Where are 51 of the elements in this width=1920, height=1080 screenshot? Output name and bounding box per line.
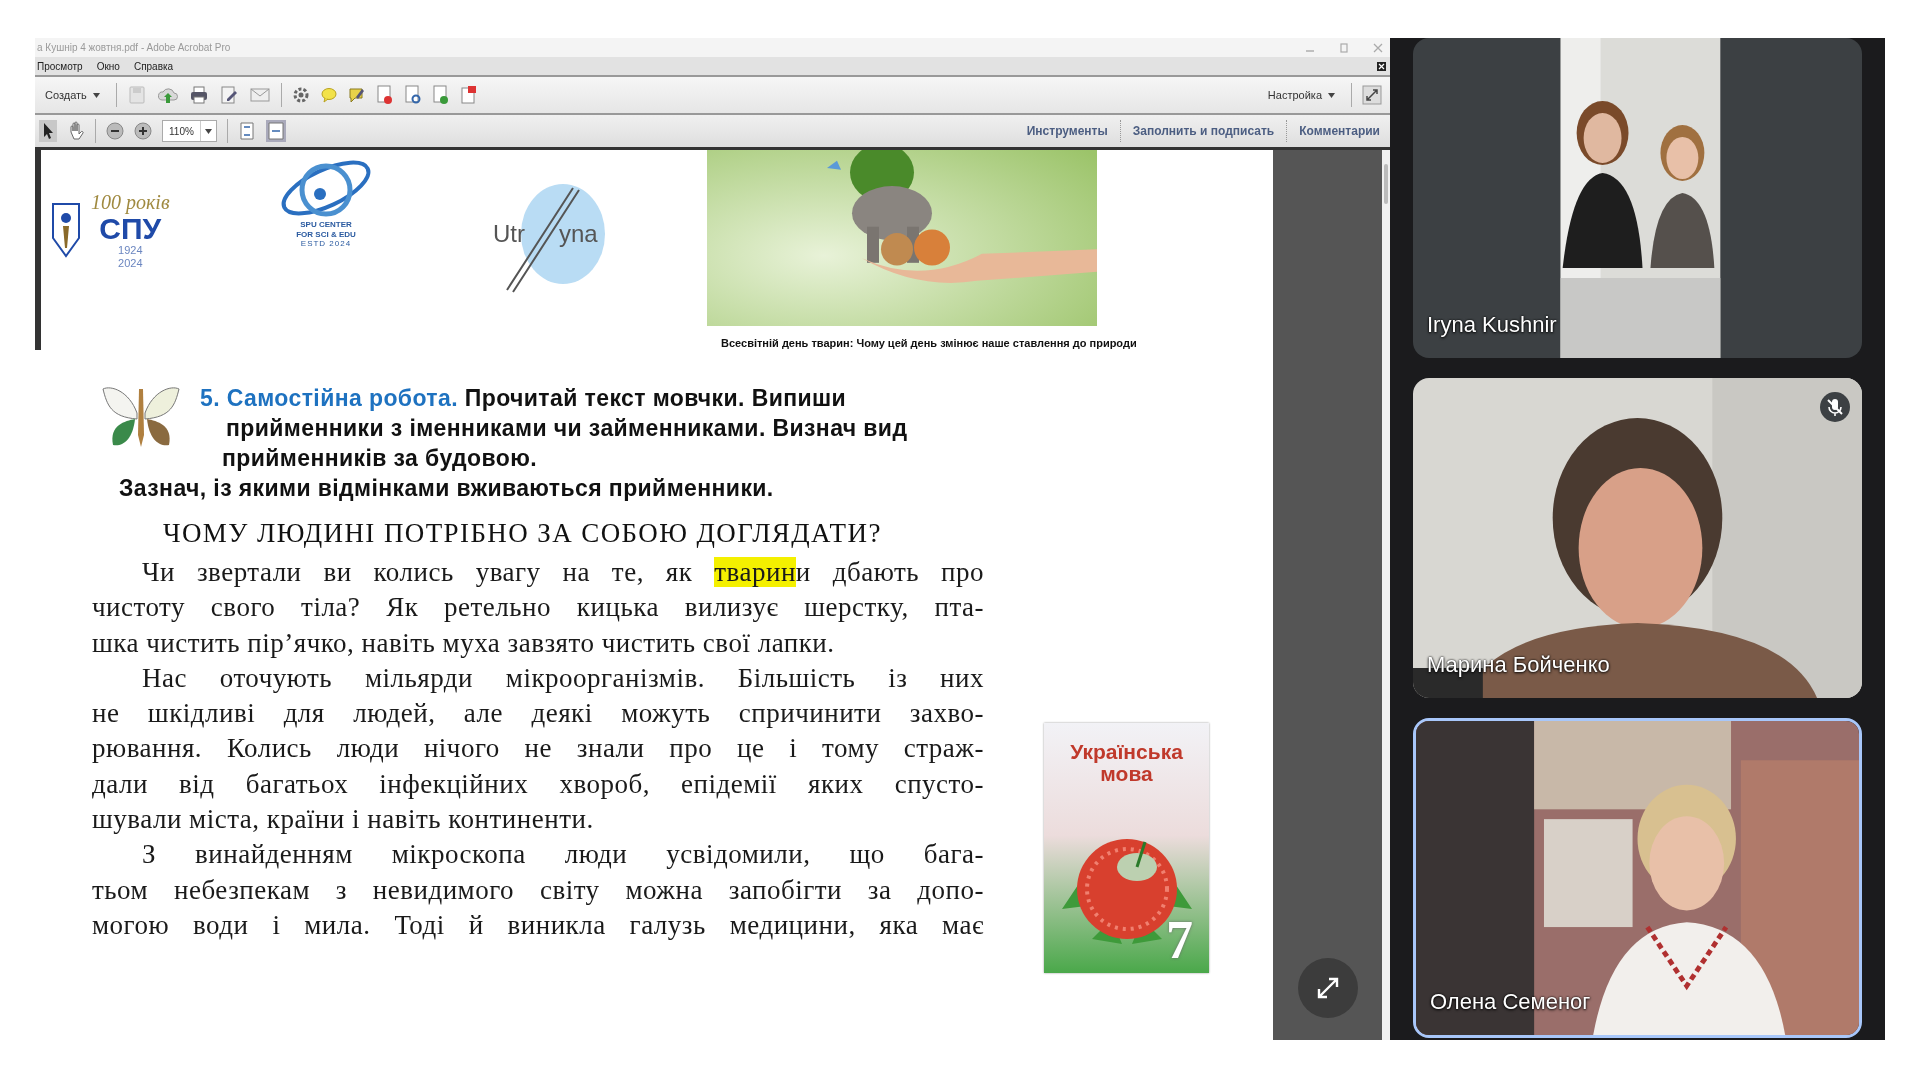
logo-text: 100 років bbox=[91, 191, 170, 215]
logo-text: yna bbox=[559, 220, 598, 248]
menu-item[interactable]: Справка bbox=[133, 60, 174, 72]
menu-item[interactable]: Просмотр bbox=[37, 60, 83, 72]
document-icon[interactable] bbox=[403, 85, 422, 105]
logo-text: ESTD 2024 bbox=[300, 239, 352, 249]
paragraph: Чи звертали ви колись увагу на те, як тварини дбають про чистоту свого тіла? Як ретельно кицька вилизує шерстку, пта- шка чистить пір’ячко, навіть муха завзято чистить свої лапки. bbox=[92, 556, 984, 660]
photo-caption: Всесвітній день тварин: Чому цей день змінює наше ставлення до природи bbox=[720, 336, 1137, 350]
caret-icon bbox=[92, 92, 100, 98]
fullscreen-icon[interactable] bbox=[1362, 85, 1382, 105]
panel-tab[interactable]: Заполнить и подписать bbox=[1130, 120, 1277, 142]
grade-number: 7 bbox=[1166, 909, 1193, 971]
task-instructions: Зазнач, із якими відмінками вживаються прийменники. bbox=[119, 474, 774, 503]
edit-document-icon[interactable] bbox=[218, 85, 239, 105]
book-title: Українська мова bbox=[1069, 739, 1184, 786]
fit-page-icon[interactable] bbox=[237, 121, 256, 141]
zoom-in-icon[interactable] bbox=[134, 122, 152, 140]
print-icon[interactable] bbox=[188, 85, 209, 105]
video-tile[interactable]: Iryna Kushnir bbox=[1413, 38, 1862, 358]
paragraph: З винайденням мікроскопа люди усвідомили, що бага- тьом небезпекам з невидимого світу можна запобігти за допо- могою води і мила. Тоді й виникла галузь медицини, яка має bbox=[92, 838, 984, 942]
panel-tab[interactable]: Комментарии bbox=[1297, 120, 1382, 142]
pointer-icon[interactable] bbox=[39, 120, 57, 142]
logo-text: SPU CENTER bbox=[300, 220, 352, 230]
logo-text: СПУ bbox=[99, 214, 162, 245]
task-instructions: 5. Самостійна робота. Прочитай текст мовчки. Випиши прийменники з іменниками чи займенниками. Визнач вид прийменників за будовою. bbox=[200, 384, 908, 473]
text-title: ЧОМУ ЛЮДИНІ ПОТРІБНО ЗА СОБОЮ ДОГЛЯДАТИ? bbox=[163, 517, 882, 549]
logo-text: FOR SCI & EDU bbox=[296, 229, 356, 240]
document-icon[interactable] bbox=[431, 85, 450, 105]
caret-icon bbox=[1328, 92, 1335, 98]
window-title: а Кушнір 4 жовтня.pdf - Adobe Acrobat Pro bbox=[37, 42, 231, 53]
gear-icon[interactable] bbox=[291, 86, 310, 104]
panel-tab[interactable]: Инструменты bbox=[1024, 120, 1110, 142]
zoom-field[interactable]: 110% bbox=[162, 120, 217, 142]
zoom-out-icon[interactable] bbox=[106, 122, 124, 140]
fit-width-icon[interactable] bbox=[265, 120, 286, 142]
paragraph: Нас оточують мільярди мікроорганізмів. Більшість із них не шкідливі для людей, але деякі можуть спричинити захво- рювання. Колись люди нічого не знали про це і тому страж- дали від багатьох інфекційних хвороб, епідемії яких спусто- шували міста, країни і навіть континенти. bbox=[92, 661, 984, 837]
scrollbar-thumb[interactable] bbox=[1384, 164, 1388, 204]
create-dropdown[interactable]: Создать bbox=[39, 87, 106, 103]
cloud-upload-icon[interactable] bbox=[156, 85, 179, 105]
logo-text: 1924 bbox=[118, 244, 143, 257]
menu-item[interactable]: Окно bbox=[96, 60, 120, 72]
highlight-icon[interactable] bbox=[347, 86, 366, 104]
document-icon[interactable] bbox=[375, 85, 394, 105]
emblem-icon bbox=[51, 202, 81, 258]
logo-text: 2024 bbox=[118, 256, 143, 269]
customize-dropdown[interactable]: Настройка bbox=[1261, 87, 1341, 103]
hand-icon[interactable] bbox=[67, 121, 85, 141]
caret-icon[interactable] bbox=[204, 128, 212, 134]
participant-name: Iryna Kushnir bbox=[1427, 312, 1557, 338]
document-icon[interactable] bbox=[459, 85, 478, 105]
logo-text: Utr bbox=[493, 220, 525, 248]
